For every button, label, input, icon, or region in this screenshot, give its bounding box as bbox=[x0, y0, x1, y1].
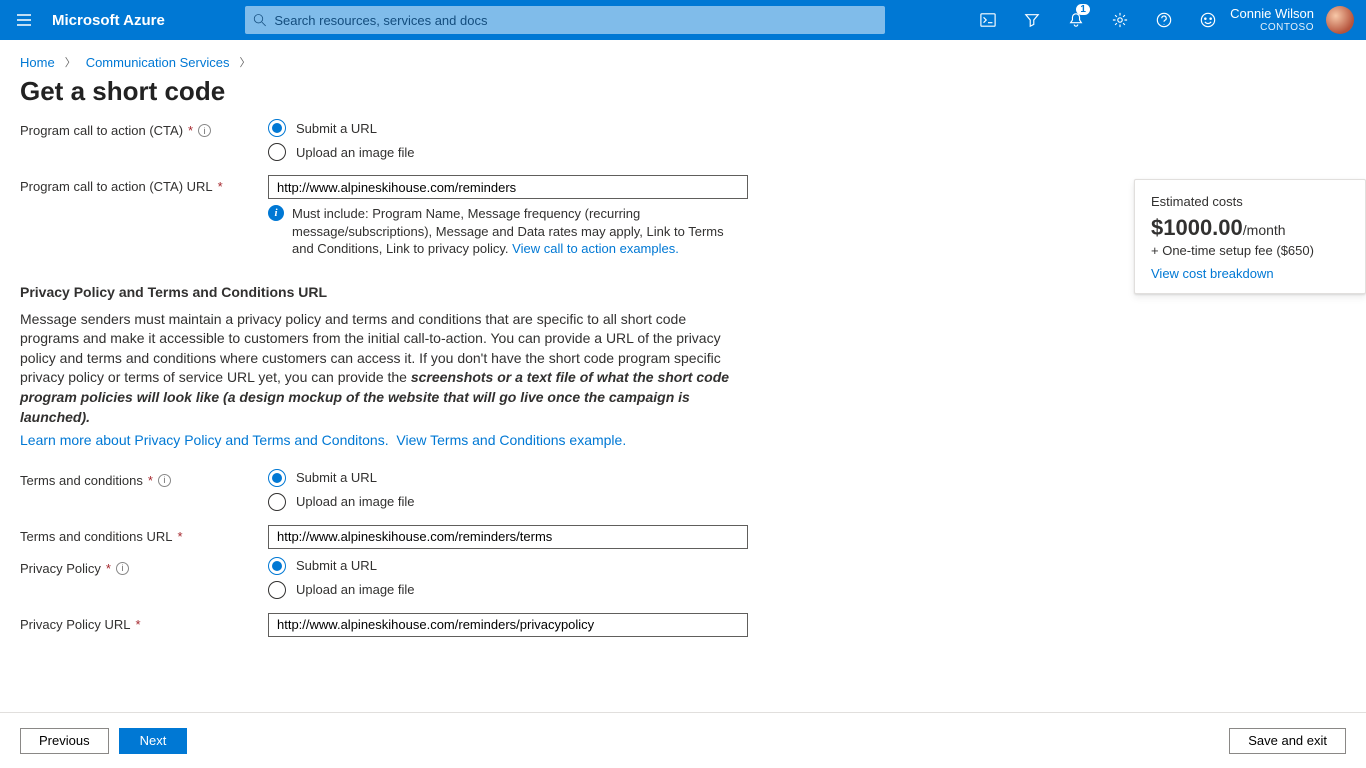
costs-permonth: /month bbox=[1243, 222, 1286, 238]
form-content: Program call to action (CTA)* i Submit a… bbox=[0, 119, 1366, 637]
info-icon[interactable]: i bbox=[198, 124, 211, 137]
estimated-costs-card: Estimated costs $1000.00/month + One-tim… bbox=[1134, 179, 1366, 294]
costs-title: Estimated costs bbox=[1151, 194, 1349, 209]
save-exit-button[interactable]: Save and exit bbox=[1229, 728, 1346, 754]
privacy-section-text: Message senders must maintain a privacy … bbox=[20, 310, 740, 428]
next-button[interactable]: Next bbox=[119, 728, 188, 754]
terms-url-input[interactable] bbox=[268, 525, 748, 549]
privacy-label: Privacy Policy * i bbox=[20, 557, 268, 576]
search-input[interactable] bbox=[274, 13, 876, 28]
user-name: Connie Wilson bbox=[1230, 7, 1314, 21]
privacy-url-label: Privacy Policy URL* bbox=[20, 613, 268, 632]
user-block[interactable]: Connie Wilson CONTOSO bbox=[1230, 7, 1322, 32]
global-search[interactable] bbox=[245, 6, 885, 34]
chevron-right-icon: 〉 bbox=[65, 54, 76, 70]
info-solid-icon: i bbox=[268, 205, 284, 221]
cta-radio-upload[interactable]: Upload an image file bbox=[268, 143, 748, 161]
search-icon bbox=[253, 13, 267, 27]
view-terms-example-link[interactable]: View Terms and Conditions example. bbox=[396, 432, 626, 448]
terms-label: Terms and conditions * i bbox=[20, 469, 268, 488]
previous-button[interactable]: Previous bbox=[20, 728, 109, 754]
cta-help: i Must include: Program Name, Message fr… bbox=[268, 205, 748, 258]
notifications-icon[interactable]: 1 bbox=[1054, 0, 1098, 40]
footer-bar: Previous Next Save and exit bbox=[0, 712, 1366, 768]
menu-icon[interactable] bbox=[0, 0, 48, 40]
privacy-radio-upload[interactable]: Upload an image file bbox=[268, 581, 748, 599]
costs-setup: + One-time setup fee ($650) bbox=[1151, 243, 1349, 258]
directory-filter-icon[interactable] bbox=[1010, 0, 1054, 40]
settings-icon[interactable] bbox=[1098, 0, 1142, 40]
cta-radio-url[interactable]: Submit a URL bbox=[268, 119, 748, 137]
page-title: Get a short code bbox=[0, 76, 1366, 119]
breadcrumb: Home 〉 Communication Services 〉 bbox=[0, 40, 1366, 76]
terms-url-label: Terms and conditions URL* bbox=[20, 525, 268, 544]
cost-breakdown-link[interactable]: View cost breakdown bbox=[1151, 266, 1274, 281]
costs-amount: $1000.00 bbox=[1151, 215, 1243, 240]
terms-radio-url[interactable]: Submit a URL bbox=[268, 469, 748, 487]
cta-url-input[interactable] bbox=[268, 175, 748, 199]
cta-label: Program call to action (CTA)* i bbox=[20, 119, 268, 138]
info-icon[interactable]: i bbox=[116, 562, 129, 575]
info-icon[interactable]: i bbox=[158, 474, 171, 487]
privacy-radio-url[interactable]: Submit a URL bbox=[268, 557, 748, 575]
cta-url-label: Program call to action (CTA) URL* bbox=[20, 175, 268, 194]
user-tenant: CONTOSO bbox=[1230, 22, 1314, 33]
terms-radio-upload[interactable]: Upload an image file bbox=[268, 493, 748, 511]
top-bar: Microsoft Azure 1 Connie Wilson CONTOSO bbox=[0, 0, 1366, 40]
cta-examples-link[interactable]: View call to action examples. bbox=[512, 241, 679, 256]
brand-label: Microsoft Azure bbox=[48, 12, 245, 29]
breadcrumb-home[interactable]: Home bbox=[20, 55, 55, 70]
feedback-icon[interactable] bbox=[1186, 0, 1230, 40]
privacy-url-input[interactable] bbox=[268, 613, 748, 637]
learn-more-link[interactable]: Learn more about Privacy Policy and Term… bbox=[20, 432, 389, 448]
help-icon[interactable] bbox=[1142, 0, 1186, 40]
breadcrumb-service[interactable]: Communication Services bbox=[86, 55, 230, 70]
notification-badge: 1 bbox=[1076, 4, 1090, 15]
avatar[interactable] bbox=[1326, 6, 1354, 34]
chevron-right-icon: 〉 bbox=[239, 54, 250, 70]
cloud-shell-icon[interactable] bbox=[966, 0, 1010, 40]
